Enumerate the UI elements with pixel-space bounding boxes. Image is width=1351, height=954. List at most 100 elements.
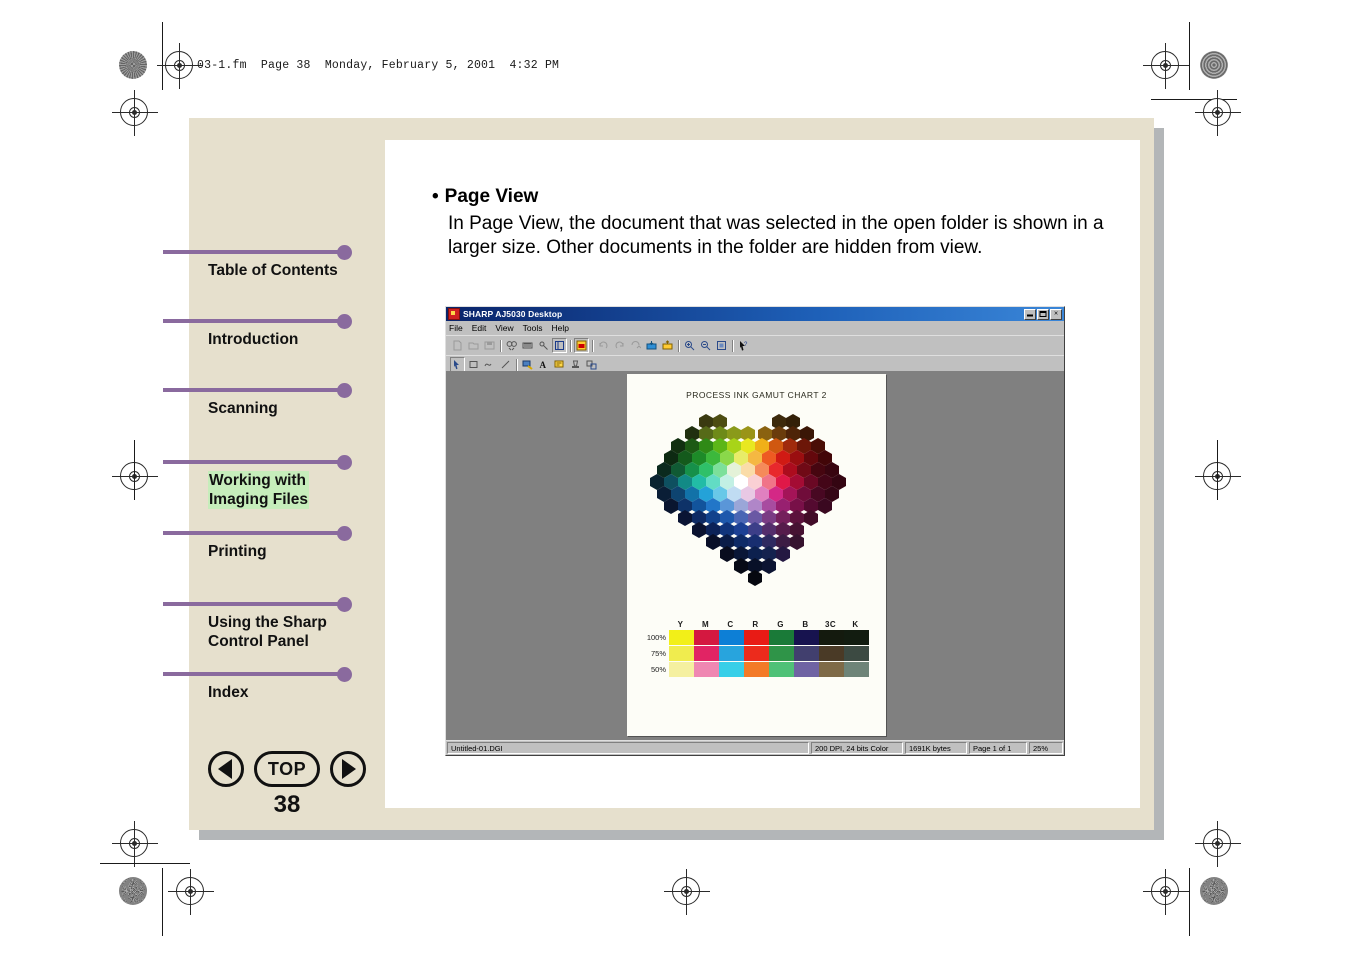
rotate-180-icon[interactable] [628, 338, 643, 353]
page-title: • Page View [432, 185, 1122, 209]
line-icon[interactable] [498, 357, 513, 372]
save-icon[interactable] [482, 338, 497, 353]
attach-icon[interactable] [584, 357, 599, 372]
bullet-icon: • [432, 186, 439, 207]
sidebar-item-label: Table of Contents [208, 262, 338, 279]
nav-rule [163, 250, 346, 254]
text-icon[interactable]: A [536, 357, 551, 372]
menu-help[interactable]: Help [551, 323, 568, 333]
density-patch-top-right [1200, 51, 1228, 79]
ink-swatch-grid: Y M C R G B 3C K 100% 75% 50% [640, 620, 869, 677]
swatch-col-g: G [777, 620, 784, 629]
sidebar-item-label: Printing [208, 543, 267, 560]
swatch-cell [769, 661, 794, 677]
nav-dot [337, 245, 352, 260]
stamp-icon[interactable] [520, 357, 535, 372]
nav-rule [163, 388, 346, 392]
note-icon[interactable] [552, 357, 567, 372]
page-number: 38 [273, 791, 301, 818]
fit-page-icon[interactable] [714, 338, 729, 353]
swatch-cell [844, 645, 869, 661]
crop-line-right-top [1189, 22, 1190, 90]
window-titlebar[interactable]: SHARP AJ5030 Desktop × [446, 307, 1064, 321]
status-filesize: 1691K bytes [905, 742, 967, 754]
previous-page-button[interactable] [208, 751, 244, 787]
registration-mark-bottom-left-2 [168, 869, 214, 915]
swatch-col-r: R [752, 620, 759, 629]
menu-view[interactable]: View [495, 323, 513, 333]
rotate-left-icon[interactable] [596, 338, 611, 353]
app-icon [448, 308, 460, 320]
zoom-out-icon[interactable] [698, 338, 713, 353]
swatch-cell [769, 629, 794, 645]
swatch-cell [744, 645, 769, 661]
restore-button[interactable] [1037, 308, 1049, 320]
menu-file[interactable]: File [449, 323, 463, 333]
help-cursor-icon[interactable]: ? [736, 338, 751, 353]
nav-dot [337, 597, 352, 612]
status-resolution: 200 DPI, 24 bits Color [811, 742, 903, 754]
swatch-cell [819, 661, 844, 677]
swatch-row-75: 75% [640, 645, 869, 661]
swatch-col-c: C [727, 620, 734, 629]
swatch-cell [844, 629, 869, 645]
nav-dot [337, 667, 352, 682]
swatch-cell [744, 661, 769, 677]
thumbnail-view-icon[interactable] [574, 338, 589, 353]
swatch-col-b: B [802, 620, 809, 629]
freehand-icon[interactable] [482, 357, 497, 372]
zoom-in-icon[interactable] [682, 338, 697, 353]
nav-dot [337, 314, 352, 329]
minimize-button[interactable] [1024, 308, 1036, 320]
swatch-col-y: Y [677, 620, 684, 629]
rectangle-icon[interactable] [466, 357, 481, 372]
export-icon[interactable] [660, 338, 675, 353]
statusbar: Untitled-01.DGI 200 DPI, 24 bits Color 1… [446, 740, 1064, 755]
window-title: SHARP AJ5030 Desktop [463, 309, 563, 319]
svg-text:?: ? [744, 342, 748, 348]
close-button[interactable]: × [1050, 308, 1062, 320]
select-arrow-icon[interactable] [450, 357, 465, 372]
density-patch-bottom-right [1200, 877, 1228, 905]
registration-mark-top-right [1143, 43, 1189, 89]
find-icon[interactable] [504, 338, 519, 353]
rotate-right-icon[interactable] [612, 338, 627, 353]
registration-mark-bottom-center [664, 869, 710, 915]
close-icon: × [1053, 310, 1059, 318]
top-button[interactable]: TOP [254, 751, 320, 787]
registration-mark-bottom-right [1143, 869, 1189, 915]
properties-icon[interactable] [536, 338, 551, 353]
article: • Page View In Page View, the document th… [432, 185, 1122, 260]
highlight-icon[interactable] [568, 357, 583, 372]
swatch-cell [669, 629, 694, 645]
status-zoom: 25% [1029, 742, 1063, 754]
scan-icon[interactable] [520, 338, 535, 353]
import-icon[interactable] [644, 338, 659, 353]
swatch-row-label: 50% [650, 664, 666, 674]
fm-header-text: 03-1.fm Page 38 Monday, February 5, 2001… [197, 59, 560, 72]
swatch-cell [794, 645, 819, 661]
density-patch-top-left [119, 51, 147, 79]
menu-tools[interactable]: Tools [523, 323, 543, 333]
swatch-cell [819, 645, 844, 661]
arrow-right-icon [342, 759, 356, 779]
swatch-col-m: M [701, 620, 710, 629]
nav-rule [163, 672, 346, 676]
menu-edit[interactable]: Edit [472, 323, 487, 333]
swatch-col-3c: 3C [824, 620, 837, 629]
crop-line-right-mid [1217, 440, 1218, 500]
swatch-cell [769, 645, 794, 661]
document-canvas[interactable]: PROCESS INK GAMUT CHART 2 Y M C R G B 3C… [446, 371, 1064, 740]
new-icon[interactable] [450, 338, 465, 353]
registration-mark-mid-left [112, 90, 158, 136]
open-icon[interactable] [466, 338, 481, 353]
document-page[interactable]: PROCESS INK GAMUT CHART 2 Y M C R G B 3C… [627, 374, 886, 736]
sidebar-item-label: Using the Sharp Control Panel [208, 614, 327, 650]
document-title: PROCESS INK GAMUT CHART 2 [686, 390, 827, 400]
swatch-row-label: 75% [650, 648, 666, 658]
swatch-cell [694, 661, 719, 677]
page-sheet: Table of Contents Introduction Scanning … [163, 118, 1154, 830]
swatch-cell [719, 661, 744, 677]
next-page-button[interactable] [330, 751, 366, 787]
page-view-icon[interactable] [552, 338, 567, 353]
